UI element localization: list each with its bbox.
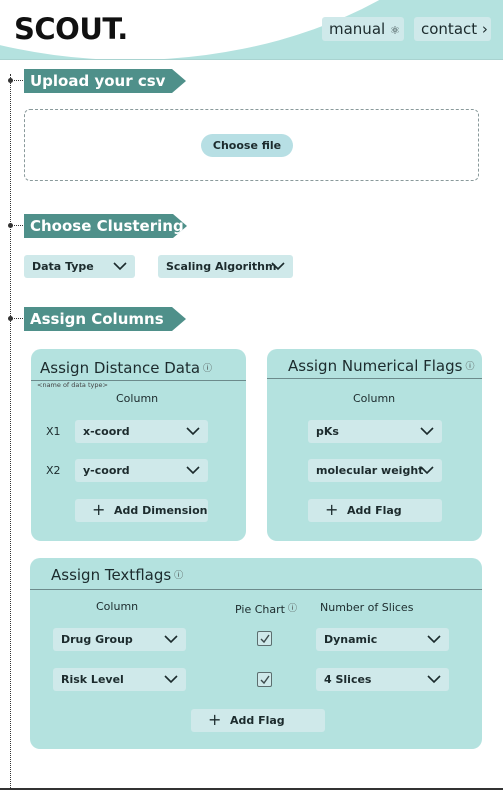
x1-column-dropdown[interactable]: x-coord <box>75 420 208 443</box>
data-type-dropdown[interactable]: Data Type <box>24 255 135 278</box>
plus-icon: + <box>92 500 106 519</box>
add-textflag-button[interactable]: + Add Flag <box>191 709 325 732</box>
numerical-title-text: Assign Numerical Flags <box>288 357 463 375</box>
textflag-2-slices-dropdown[interactable]: 4 Slices <box>316 668 449 691</box>
checkmark-icon <box>260 675 270 685</box>
pie-chart-header-text: Pie Chart <box>235 603 285 616</box>
contact-label: contact <box>421 20 478 38</box>
textflag-1-slices-dropdown[interactable]: Dynamic <box>316 628 449 651</box>
upload-section-title: Upload your csv <box>24 69 186 93</box>
checkmark-icon <box>260 634 270 644</box>
slices-header: Number of Slices <box>320 601 414 614</box>
contact-link[interactable]: contact › <box>414 17 491 41</box>
chevron-down-icon <box>271 262 285 271</box>
textflag-2-column-dropdown[interactable]: Risk Level <box>53 668 186 691</box>
manual-label: manual <box>329 20 386 38</box>
textflag-1-slices: Dynamic <box>324 633 378 646</box>
column-header: Column <box>353 392 396 405</box>
choose-file-button[interactable]: Choose file <box>201 134 293 157</box>
add-textflag-label: Add Flag <box>230 714 285 727</box>
plus-icon: + <box>325 500 339 519</box>
textflags-card-title: Assign Textflags ⓘ <box>51 566 183 584</box>
info-icon[interactable]: ⓘ <box>465 359 474 372</box>
x2-column-dropdown[interactable]: y-coord <box>75 459 208 482</box>
progress-timeline <box>10 74 11 790</box>
add-numerical-flag-button[interactable]: + Add Flag <box>308 499 442 522</box>
column-header: Column <box>116 392 159 405</box>
manual-link[interactable]: manual ⚛ <box>322 17 404 41</box>
x2-value: y-coord <box>83 464 130 477</box>
pie-chart-checkbox-2[interactable] <box>257 672 272 687</box>
chevron-down-icon <box>186 427 200 436</box>
divider <box>267 378 482 379</box>
flag-2-dropdown[interactable]: molecular weight <box>308 459 442 482</box>
distance-title-text: Assign Distance Data <box>40 359 201 377</box>
chevron-down-icon <box>113 262 127 271</box>
info-icon[interactable]: ⓘ <box>288 601 297 614</box>
scaling-algorithm-dropdown[interactable]: Scaling Algorithm <box>158 255 293 278</box>
x1-label: X1 <box>46 425 61 438</box>
chevron-down-icon <box>427 635 441 644</box>
distance-data-card: Assign Distance Data ⓘ <name of data type… <box>31 349 246 541</box>
app-logo[interactable]: SCOUT. <box>14 12 128 46</box>
timeline-connector <box>12 80 25 81</box>
chevron-down-icon <box>427 675 441 684</box>
pie-chart-checkbox-1[interactable] <box>257 631 272 646</box>
add-dimension-label: Add Dimension <box>114 504 208 517</box>
clustering-section-title: Choose Clustering <box>24 214 187 238</box>
info-icon[interactable]: ⓘ <box>174 568 183 581</box>
timeline-connector <box>12 225 25 226</box>
pie-chart-header: Pie Chart ⓘ <box>235 601 297 616</box>
x2-label: X2 <box>46 464 61 477</box>
divider <box>30 589 482 590</box>
add-dimension-button[interactable]: + Add Dimension <box>75 499 208 522</box>
textflag-2-slices: 4 Slices <box>324 673 372 686</box>
column-header: Column <box>96 600 139 613</box>
textflags-card: Assign Textflags ⓘ Column Pie Chart ⓘ Numb… <box>30 558 482 749</box>
numerical-card-title: Assign Numerical Flags ⓘ <box>288 357 474 375</box>
timeline-connector <box>12 318 25 319</box>
textflag-2-column: Risk Level <box>61 673 124 686</box>
flag-1-value: pKs <box>316 425 339 438</box>
textflag-1-column: Drug Group <box>61 633 133 646</box>
distance-card-title: Assign Distance Data ⓘ <box>40 359 212 377</box>
dna-icon: ⚛ <box>389 24 400 37</box>
assign-section-title: Assign Columns <box>24 307 186 331</box>
flag-2-value: molecular weight <box>316 464 424 477</box>
scaling-label: Scaling Algorithm <box>166 260 277 273</box>
plus-icon: + <box>208 710 222 729</box>
flag-1-dropdown[interactable]: pKs <box>308 420 442 443</box>
chevron-right-icon: › <box>481 20 488 38</box>
textflags-title-text: Assign Textflags <box>51 566 172 584</box>
info-icon[interactable]: ⓘ <box>203 361 212 374</box>
chevron-down-icon <box>420 427 434 436</box>
add-flag-label: Add Flag <box>347 504 402 517</box>
numerical-flags-card: Assign Numerical Flags ⓘ Column pKs molec… <box>267 349 482 541</box>
x1-value: x-coord <box>83 425 130 438</box>
upload-dropzone[interactable]: Choose file <box>24 109 479 181</box>
data-type-label: Data Type <box>32 260 94 273</box>
data-type-note: <name of data type> <box>37 381 108 389</box>
chevron-down-icon <box>164 675 178 684</box>
chevron-down-icon <box>164 635 178 644</box>
textflag-1-column-dropdown[interactable]: Drug Group <box>53 628 186 651</box>
chevron-down-icon <box>420 466 434 475</box>
chevron-down-icon <box>186 466 200 475</box>
